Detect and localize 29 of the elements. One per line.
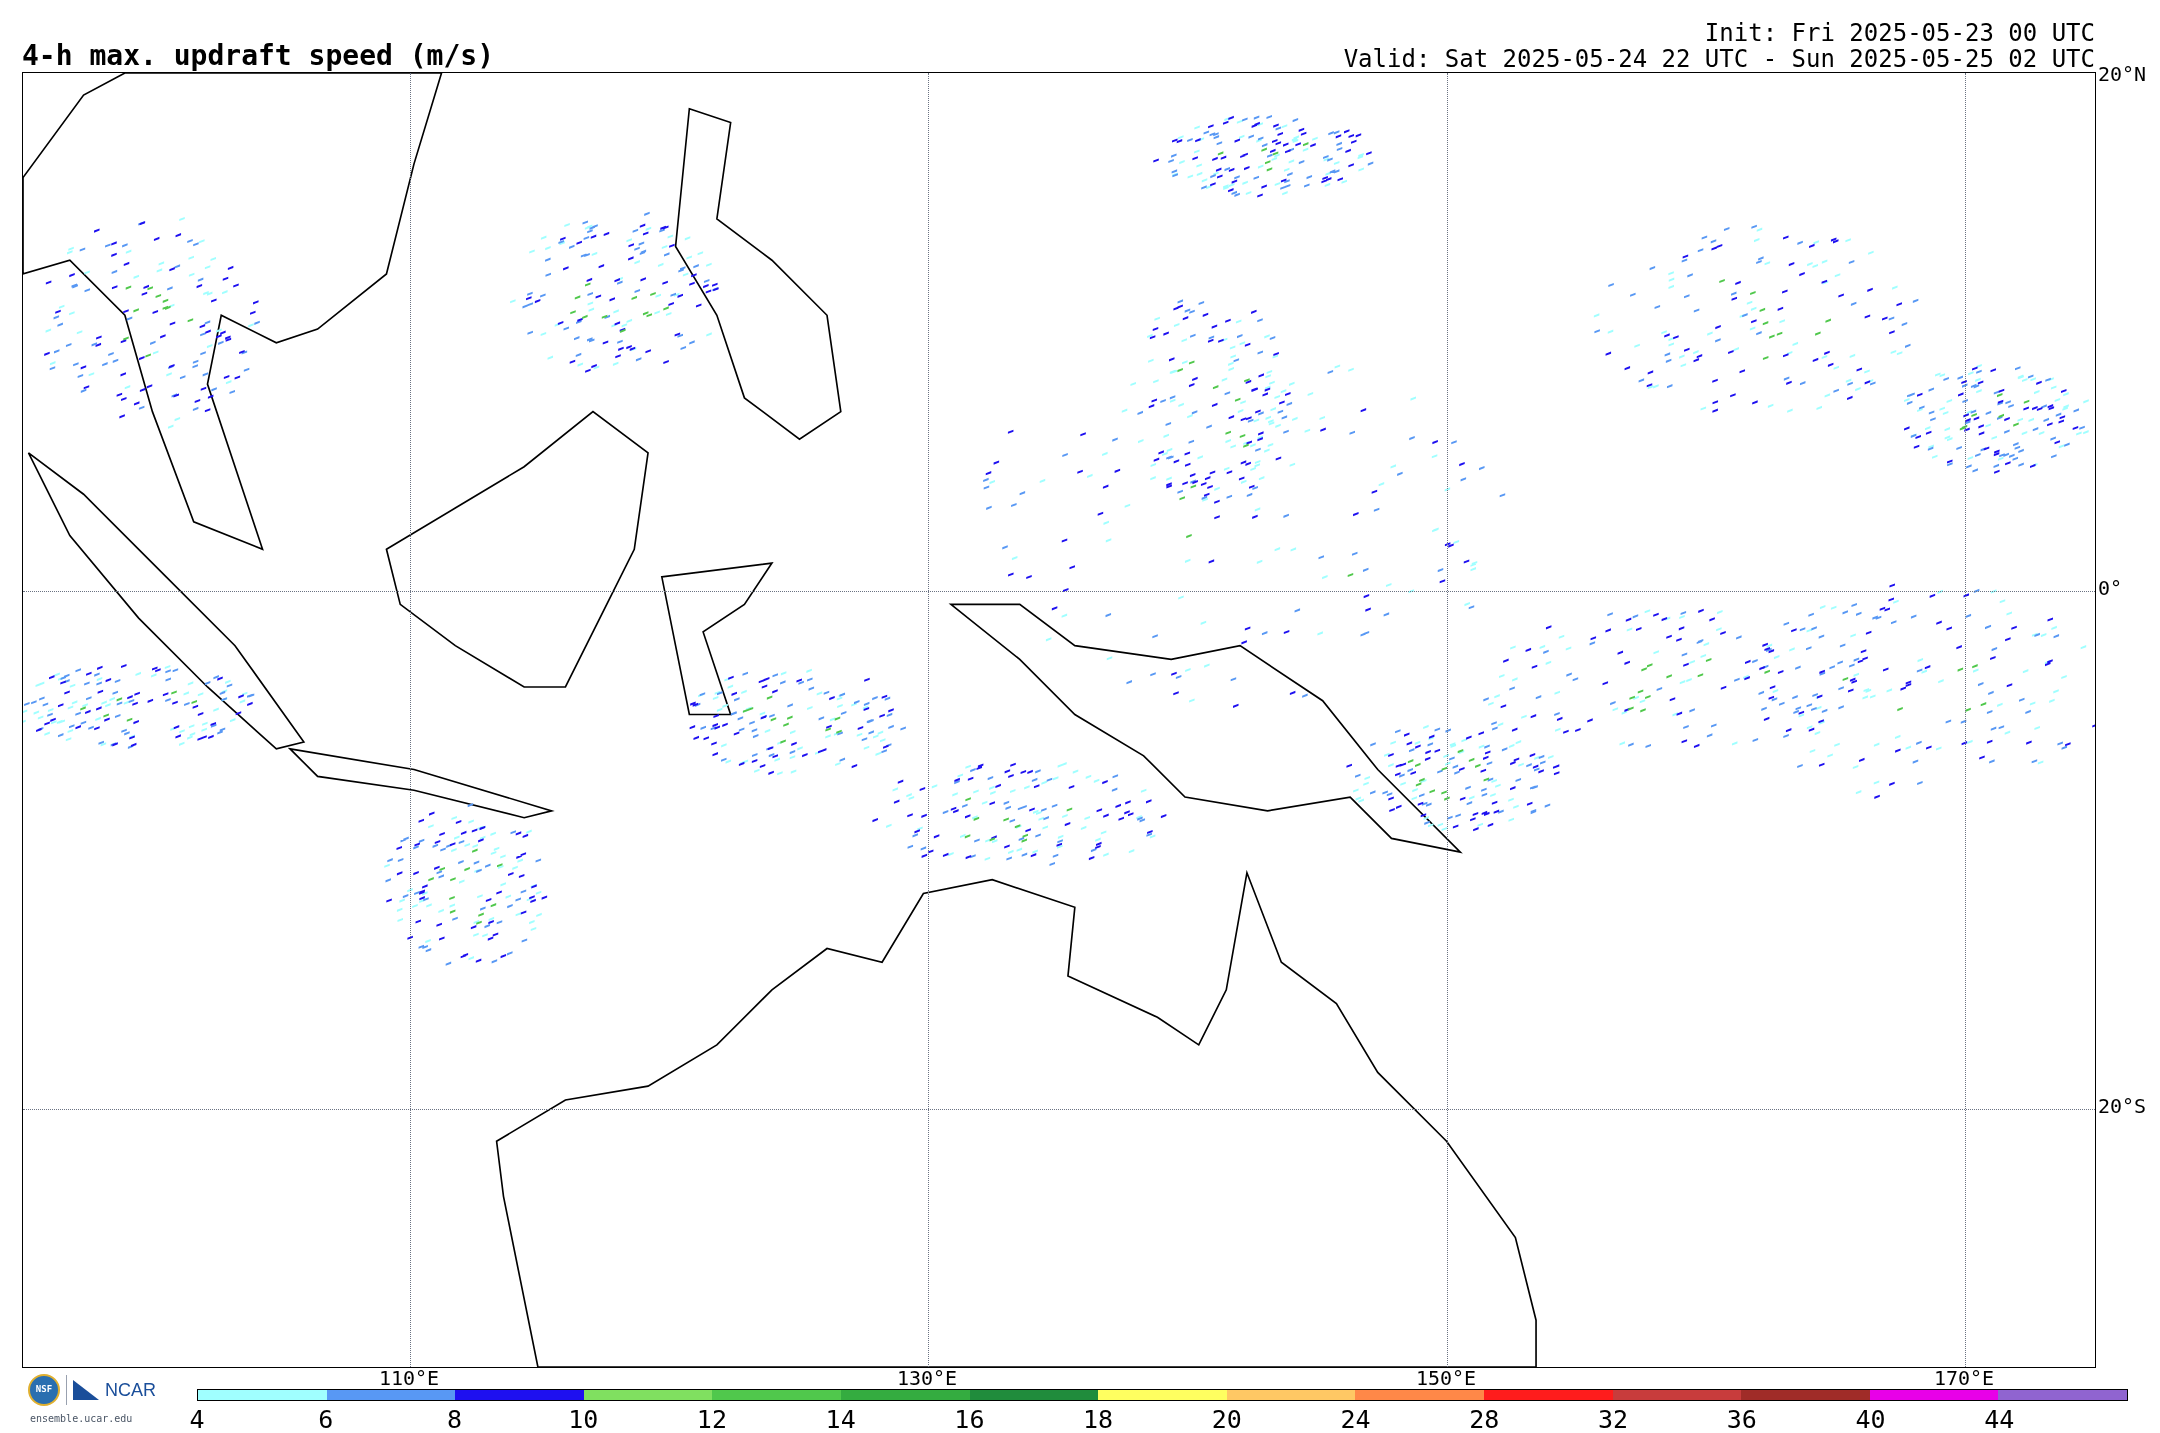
latitude-label: 20°N	[2098, 64, 2147, 84]
website-url: ensemble.ucar.edu	[30, 1414, 133, 1424]
longitude-label: 150°E	[1415, 1368, 1477, 1388]
colorbar-label: 8	[446, 1407, 462, 1432]
ncar-logo: NCAR	[105, 1381, 156, 1399]
latitude-label: 0°	[2098, 578, 2123, 598]
colorbar-label: 24	[1340, 1407, 1371, 1432]
colorbar-label: 28	[1469, 1407, 1500, 1432]
colorbar-label: 6	[318, 1407, 334, 1432]
colorbar-label: 10	[568, 1407, 599, 1432]
colorbar-label: 32	[1598, 1407, 1629, 1432]
longitude-label: 130°E	[896, 1368, 958, 1388]
colorbar-label: 12	[696, 1407, 727, 1432]
latitude-label: 20°S	[2098, 1096, 2147, 1116]
nsf-logo: NSF	[28, 1374, 60, 1406]
ncar-mark-icon	[73, 1380, 99, 1400]
colorbar-label: 20	[1211, 1407, 1242, 1432]
colorbar-label: 18	[1083, 1407, 1114, 1432]
colorbar-label: 16	[954, 1407, 985, 1432]
colorbar-label: 4	[189, 1407, 205, 1432]
longitude-label: 110°E	[378, 1368, 440, 1388]
valid-time: Valid: Sat 2025-05-24 22 UTC - Sun 2025-05-25 02 UTC	[1343, 46, 2095, 72]
init-time: Init: Fri 2025-05-23 00 UTC	[1704, 20, 2095, 46]
plot-title: 4-h max. updraft speed (m/s)	[22, 42, 494, 70]
colorbar-label: 40	[1855, 1407, 1886, 1432]
colorbar-label: 36	[1726, 1407, 1757, 1432]
colorbar-label: 44	[1984, 1407, 2015, 1432]
longitude-label: 170°E	[1933, 1368, 1995, 1388]
colorbar-label: 14	[825, 1407, 856, 1432]
